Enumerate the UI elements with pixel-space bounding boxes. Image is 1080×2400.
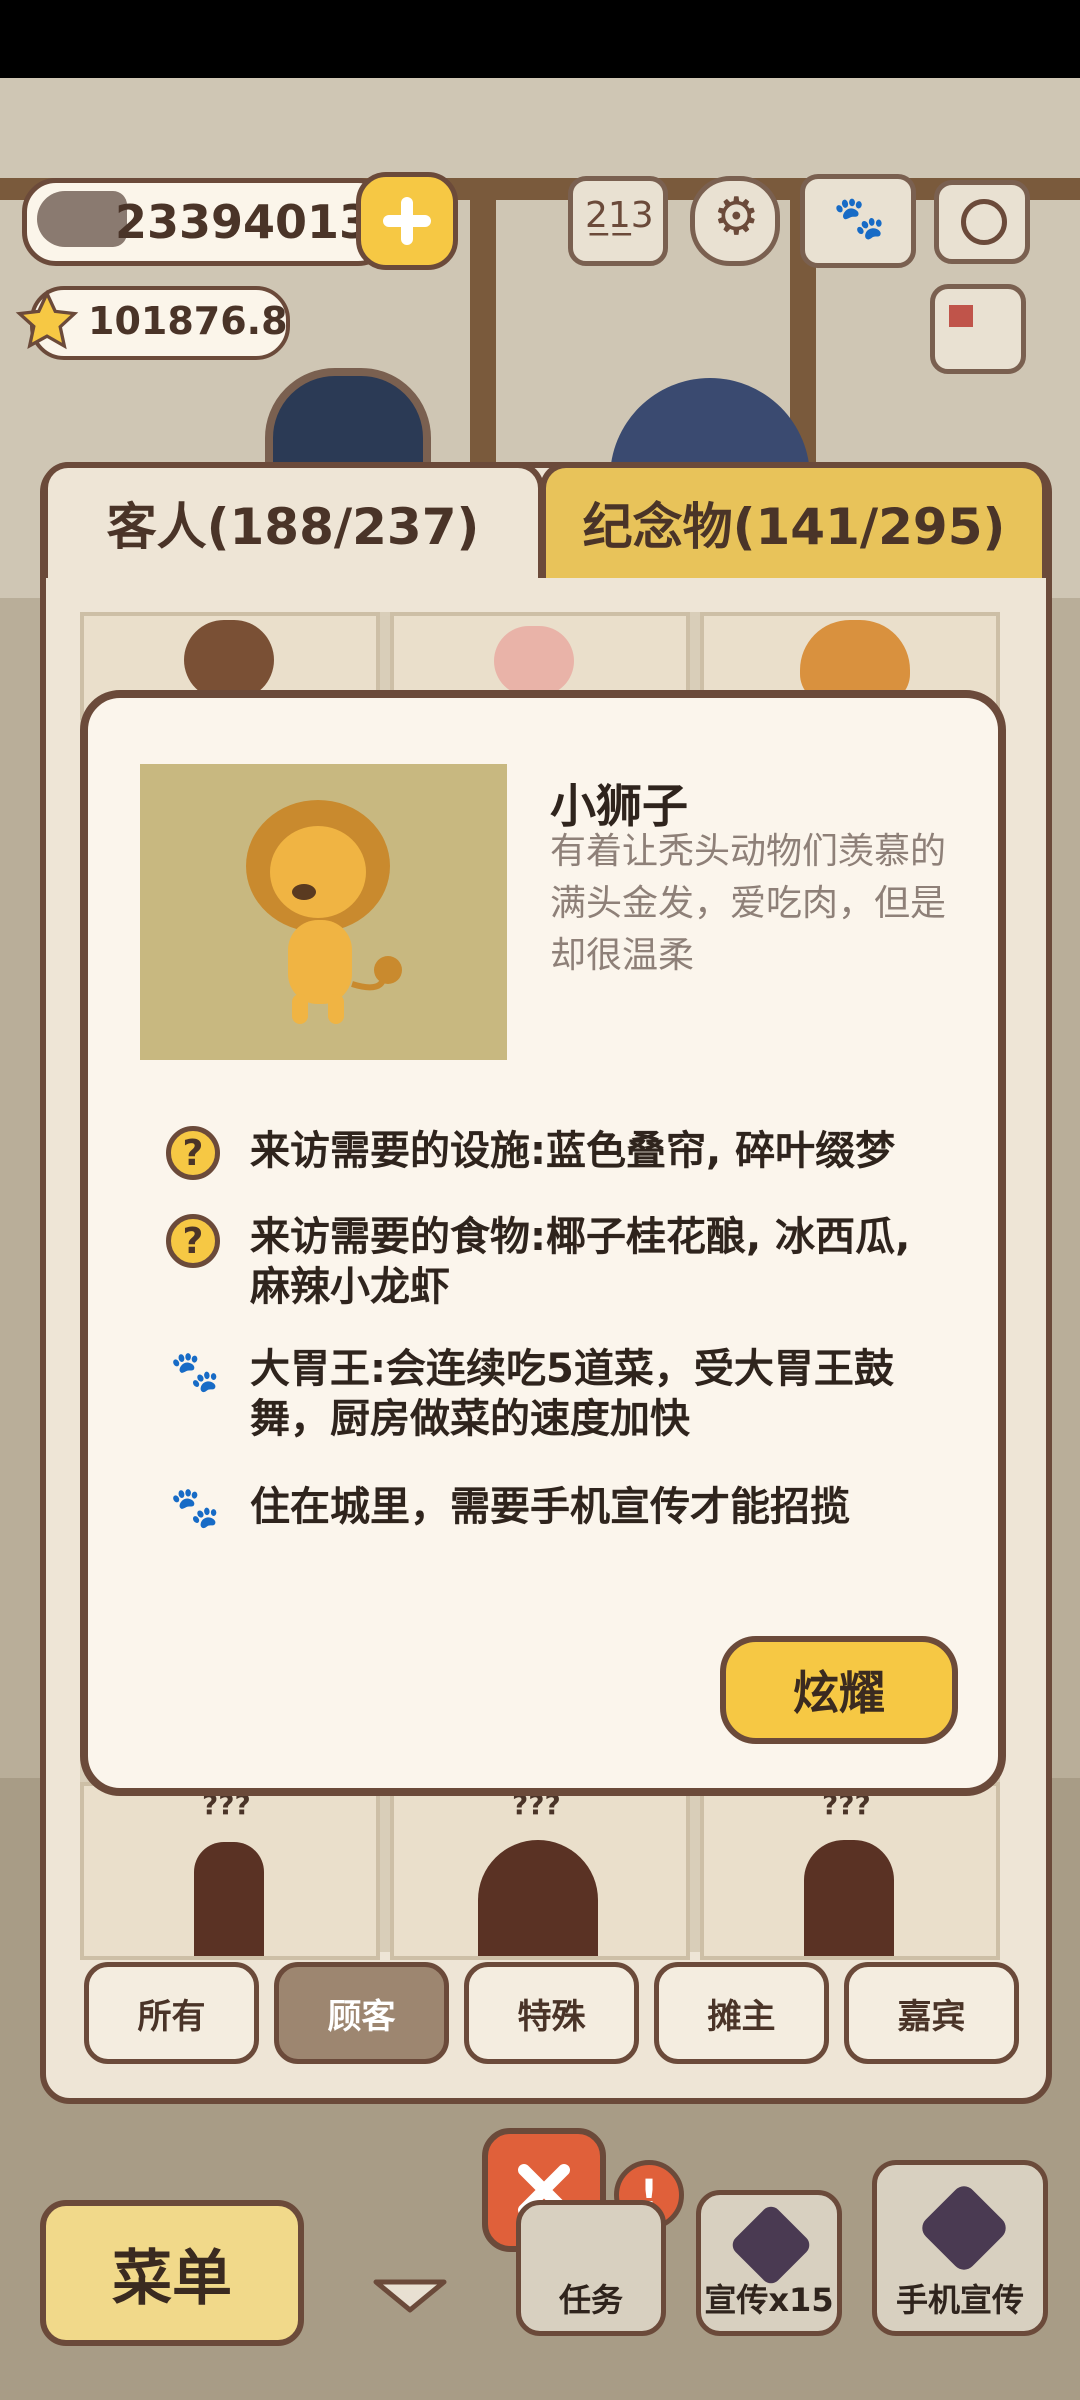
pig-avatar	[494, 626, 574, 696]
required-facility: 来访需要的设施:蓝色叠帘, 碎叶缀梦	[250, 1128, 896, 1174]
filter-guests-of-honor[interactable]: 嘉宾	[844, 1962, 1019, 2064]
tab-guests[interactable]: 客人(188/237)	[42, 462, 544, 578]
star-icon	[15, 289, 79, 350]
settings-gear-icon[interactable]: ⚙	[690, 176, 780, 266]
guest-description: 有着让秃头动物们羡慕的满头金发，爱吃肉，但是却很温柔	[550, 831, 947, 976]
chevron-down-icon[interactable]	[370, 2276, 450, 2316]
tasks-label: 任务	[558, 2281, 623, 2319]
filter-all[interactable]: 所有	[84, 1962, 259, 2064]
menu-button[interactable]: 菜单	[40, 2200, 304, 2346]
add-currency-button[interactable]	[356, 172, 458, 270]
question-icon: ?	[166, 1126, 220, 1180]
paw-icon: 🐾	[170, 1348, 220, 1395]
newspaper-icon[interactable]	[930, 284, 1026, 374]
filter-customers[interactable]: 顾客	[274, 1962, 449, 2064]
phone-promo-button[interactable]: 手机宣传	[872, 2160, 1048, 2336]
lion-illustration	[246, 800, 402, 1024]
locked-guest-card[interactable]: ???	[700, 1782, 1000, 1960]
filter-special[interactable]: 特殊	[464, 1962, 639, 2064]
locked-silhouette	[804, 1840, 894, 1956]
tab-souvenirs[interactable]: 纪念物(141/295)	[540, 462, 1048, 578]
trait-city-resident: 住在城里，需要手机宣传才能招揽	[250, 1484, 850, 1530]
tasks-button[interactable]: 任务	[516, 2200, 666, 2336]
star-count: 101876.8	[88, 299, 288, 343]
camera-icon[interactable]	[934, 180, 1030, 264]
locked-silhouette	[194, 1842, 264, 1956]
show-off-button[interactable]: 炫耀	[720, 1636, 958, 1744]
required-food: 来访需要的食物:椰子桂花酿, 冰西瓜, 麻辣小龙虾	[250, 1214, 911, 1310]
ranking-icon[interactable]: 2̲1̲3	[568, 176, 668, 266]
fish-count: 23394013	[115, 195, 372, 249]
trait-big-eater: 大胃王:会连续吃5道菜，受大胃王鼓舞，厨房做菜的速度加快	[250, 1346, 894, 1442]
locked-guest-card[interactable]: ???	[390, 1782, 690, 1960]
locked-guest-card[interactable]: ???	[80, 1782, 380, 1960]
guestbook-icon[interactable]: 🐾	[800, 174, 916, 268]
locked-silhouette	[478, 1840, 598, 1956]
fish-icon	[37, 191, 127, 247]
promo-button[interactable]: 宣传x15	[696, 2190, 842, 2336]
question-icon: ?	[166, 1214, 220, 1268]
phone-promo-label: 手机宣传	[895, 2281, 1024, 2319]
plus-icon	[383, 197, 431, 245]
paw-icon: 🐾	[170, 1484, 220, 1531]
phone-icon	[917, 2181, 1011, 2275]
guest-portrait	[140, 764, 507, 1060]
fish-currency: 23394013	[22, 178, 392, 266]
filter-vendors[interactable]: 摊主	[654, 1962, 829, 2064]
girl-avatar	[184, 620, 274, 700]
